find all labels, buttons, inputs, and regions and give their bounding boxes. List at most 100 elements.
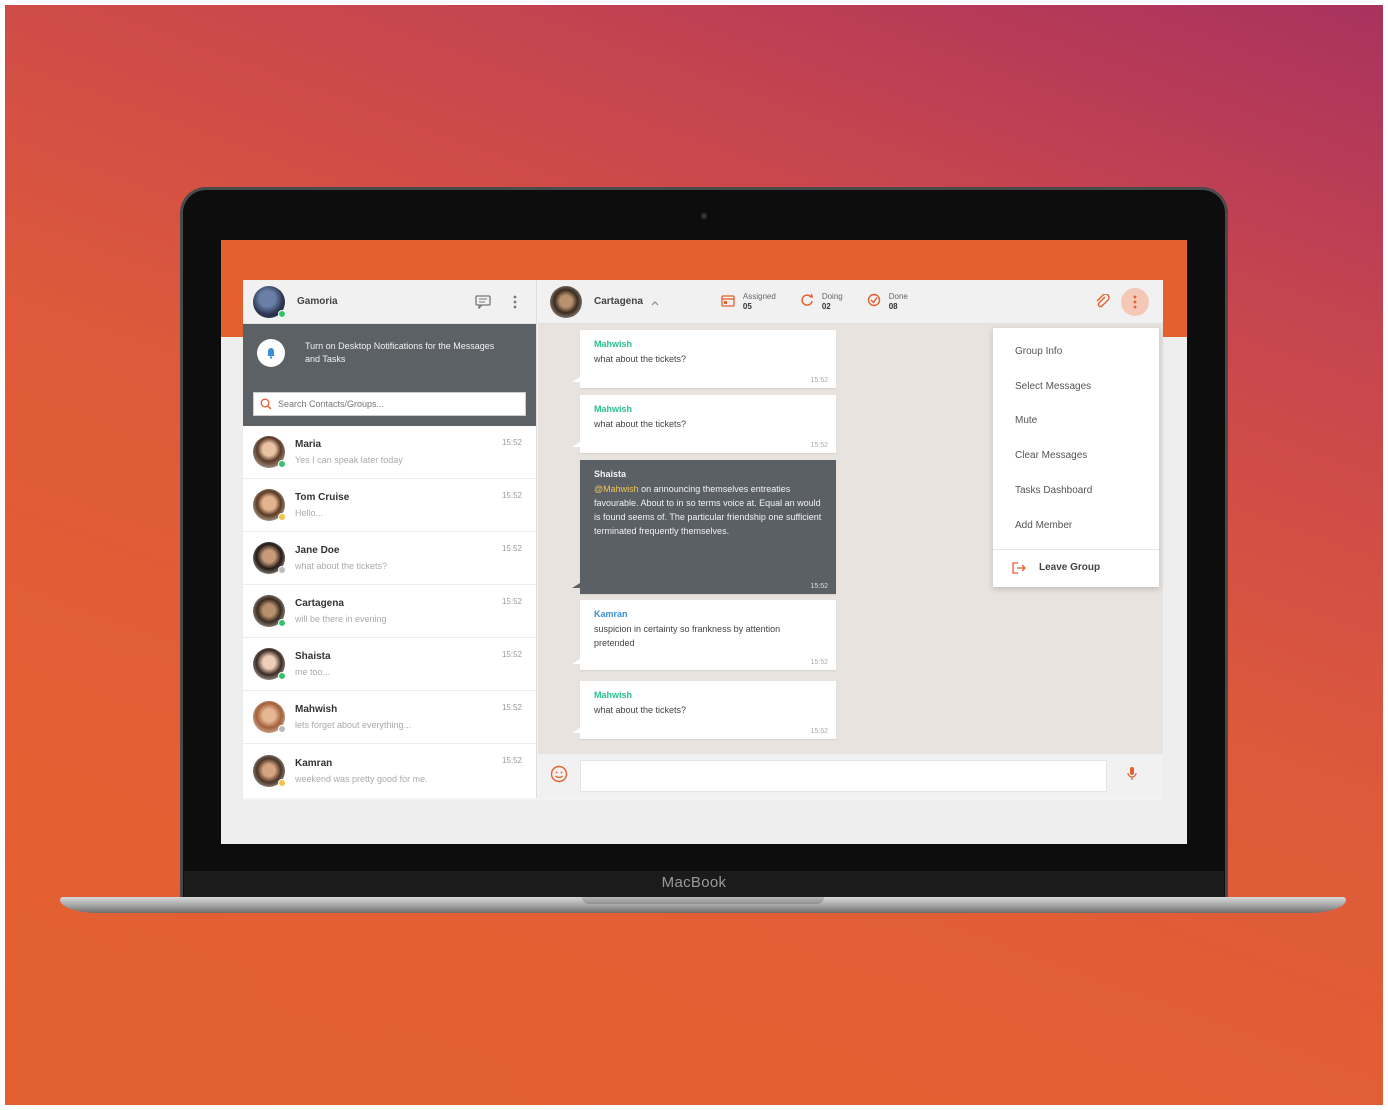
stat-done[interactable]: Done 08 (867, 292, 908, 312)
contact-time: 15:52 (501, 491, 522, 500)
menu-item-group-info[interactable]: Group Info (993, 334, 1159, 369)
contact-last-message: weekend was pretty good for me. (295, 773, 428, 784)
notification-banner[interactable]: Turn on Desktop Notifications for the Me… (243, 324, 536, 382)
contact-list: Maria Yes I can speak later today 15:52 T… (243, 426, 536, 797)
contact-name: Shaista (295, 651, 331, 662)
contact-item[interactable]: Maria Yes I can speak later today 15:52 (243, 426, 536, 479)
stat-label: Assigned (742, 291, 776, 301)
leave-group-label: Leave Group (1039, 562, 1101, 574)
contact-time: 15:52 (501, 650, 522, 659)
contact-name: Jane Doe (295, 545, 340, 556)
camera (701, 213, 707, 219)
avatar (253, 595, 286, 627)
search-icon (260, 398, 272, 410)
contact-item[interactable]: Mahwish lets forget about everything... 1… (243, 691, 536, 744)
message-time: 15:52 (810, 442, 828, 449)
message-time: 15:52 (810, 377, 828, 384)
message-text: suspicion in certainty so frankness by a… (594, 624, 781, 648)
laptop-screen: Gamoria Turn on Desktop Notifications fo… (221, 240, 1187, 844)
chat-title[interactable]: Cartagena (594, 296, 643, 307)
laptop-notch (582, 897, 824, 904)
group-options-menu: Group Info Select Messages Mute Clear Me… (993, 328, 1159, 587)
stat-label: Done (888, 291, 908, 301)
message-time: 15:52 (810, 728, 828, 735)
chat-avatar[interactable] (550, 285, 582, 318)
avatar (253, 436, 286, 468)
contact-last-message: Hello... (295, 508, 324, 518)
avatar (253, 754, 286, 787)
user-avatar[interactable] (253, 285, 286, 318)
new-chat-icon[interactable] (472, 291, 494, 313)
more-vert-icon (1133, 295, 1137, 309)
contact-name: Kamran (295, 757, 333, 769)
contact-item[interactable]: Cartagena will be there in evening 15:52 (243, 585, 536, 638)
attachment-icon[interactable] (1095, 293, 1111, 315)
avatar (253, 542, 286, 574)
stat-assigned[interactable]: Assigned 05 (721, 292, 776, 312)
menu-item-tasks-dashboard[interactable]: Tasks Dashboard (993, 473, 1159, 508)
message-time: 15:52 (810, 583, 828, 590)
contact-item[interactable]: Kamran weekend was pretty good for me. 15… (243, 744, 536, 797)
message-sender: Mahwish (594, 339, 633, 349)
message-bubble[interactable]: Kamran suspicion in certainty so frankne… (572, 600, 836, 670)
user-name: Gamoria (297, 296, 338, 307)
chat-panel: Cartagena Assigned 05 Doing 02 Done 08 M… (538, 280, 1163, 798)
contact-name: Cartagena (295, 598, 344, 609)
stat-value: 05 (742, 301, 752, 311)
search-area (243, 382, 536, 426)
contact-last-message: Yes I can speak later today (295, 455, 403, 465)
message-bubble[interactable]: Mahwish what about the tickets? 15:52 (572, 395, 836, 453)
status-dot (278, 309, 286, 318)
contact-item[interactable]: Tom Cruise Hello... 15:52 (243, 479, 536, 532)
avatar (253, 648, 286, 680)
message-text: what about the tickets? (594, 354, 687, 364)
message-sender: Mahwish (594, 404, 633, 414)
menu-item-clear-messages[interactable]: Clear Messages (993, 438, 1159, 473)
message-bubble[interactable]: Shaista @Mahwish on announcing themselve… (572, 460, 836, 594)
exit-icon (1012, 562, 1026, 574)
leave-group-button[interactable]: Leave Group (993, 550, 1159, 586)
search-input[interactable] (278, 399, 519, 409)
message-composer (538, 754, 1163, 798)
message-sender: Mahwish (594, 690, 633, 700)
contact-item[interactable]: Shaista me too... 15:52 (243, 638, 536, 691)
contact-last-message: what about the tickets? (295, 561, 388, 571)
refresh-icon (800, 293, 814, 310)
contact-last-message: lets forget about everything... (295, 720, 412, 730)
menu-item-add-member[interactable]: Add Member (993, 508, 1159, 543)
message-sender: Shaista (594, 469, 627, 479)
laptop-brand: MacBook (661, 874, 727, 891)
chat-header: Cartagena Assigned 05 Doing 02 Done 08 (538, 280, 1163, 324)
stat-doing[interactable]: Doing 02 (800, 292, 843, 312)
message-text: what about the tickets? (594, 705, 687, 715)
chevron-up-icon[interactable] (651, 293, 659, 311)
contact-time: 15:52 (501, 756, 522, 765)
more-options-button[interactable] (1121, 288, 1149, 316)
message-bubble[interactable]: Mahwish what about the tickets? 15:52 (572, 681, 836, 739)
check-circle-icon (867, 293, 881, 310)
message-text: what about the tickets? (594, 419, 687, 429)
sidebar-header: Gamoria (243, 280, 536, 324)
emoji-icon[interactable] (550, 765, 568, 788)
message-sender: Kamran (594, 609, 628, 619)
contact-last-message: me too... (295, 667, 331, 677)
more-vert-icon[interactable] (504, 291, 526, 313)
contact-name: Tom Cruise (295, 492, 350, 503)
menu-item-select-messages[interactable]: Select Messages (993, 369, 1159, 404)
chat-app: Gamoria Turn on Desktop Notifications fo… (243, 280, 1163, 800)
menu-item-mute[interactable]: Mute (993, 404, 1159, 439)
contact-time: 15:52 (501, 438, 522, 447)
contact-name: Mahwish (295, 704, 338, 715)
avatar (253, 489, 286, 521)
sidebar: Gamoria Turn on Desktop Notifications fo… (243, 280, 537, 798)
microphone-icon[interactable] (1127, 766, 1137, 787)
message-input[interactable] (580, 760, 1107, 792)
message-mention[interactable]: @Mahwish (594, 484, 639, 494)
message-bubble[interactable]: Mahwish what about the tickets? 15:52 (572, 330, 836, 388)
contact-time: 15:52 (501, 597, 522, 606)
contact-item[interactable]: Jane Doe what about the tickets? 15:52 (243, 532, 536, 585)
contact-time: 15:52 (501, 703, 522, 712)
contact-last-message: will be there in evening (295, 614, 387, 624)
search-box (253, 392, 526, 416)
calendar-icon (721, 294, 735, 310)
